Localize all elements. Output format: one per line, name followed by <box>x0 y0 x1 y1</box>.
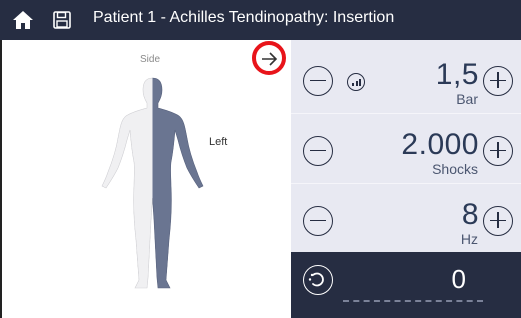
shock-counter: 0 <box>451 264 466 294</box>
frequency-row: 8 Hz <box>291 184 521 254</box>
save-icon[interactable] <box>53 11 71 29</box>
pressure-unit: Bar <box>456 91 478 107</box>
home-icon[interactable] <box>12 10 34 30</box>
side-label: Side <box>140 54 161 65</box>
frequency-unit: Hz <box>460 231 478 247</box>
counter-bar: 0 <box>291 252 521 318</box>
pressure-row: 1,5 Bar <box>291 44 521 114</box>
next-side-button[interactable] <box>252 41 286 75</box>
reset-icon <box>308 272 324 287</box>
body-figure[interactable] <box>90 70 215 295</box>
reset-counter-button[interactable] <box>303 265 333 295</box>
shocks-row: 2.000 Shocks <box>291 114 521 184</box>
shocks-value: 2.000 <box>401 128 479 161</box>
frequency-decrease-button[interactable] <box>303 206 333 236</box>
pressure-decrease-button[interactable] <box>303 66 333 96</box>
page-title: Patient 1 - Achilles Tendinopathy: Inser… <box>93 9 395 26</box>
frequency-increase-button[interactable] <box>483 206 513 236</box>
arrow-right-icon <box>262 52 278 66</box>
shocks-decrease-button[interactable] <box>303 136 333 166</box>
pressure-value: 1,5 <box>435 58 479 91</box>
pressure-increase-button[interactable] <box>483 66 513 96</box>
top-bar: Patient 1 - Achilles Tendinopathy: Inser… <box>0 0 521 40</box>
counter-dashes <box>343 300 483 304</box>
frequency-value: 8 <box>461 198 479 231</box>
shocks-increase-button[interactable] <box>483 136 513 166</box>
shocks-unit: Shocks <box>432 161 478 177</box>
signal-level-icon <box>347 73 365 91</box>
